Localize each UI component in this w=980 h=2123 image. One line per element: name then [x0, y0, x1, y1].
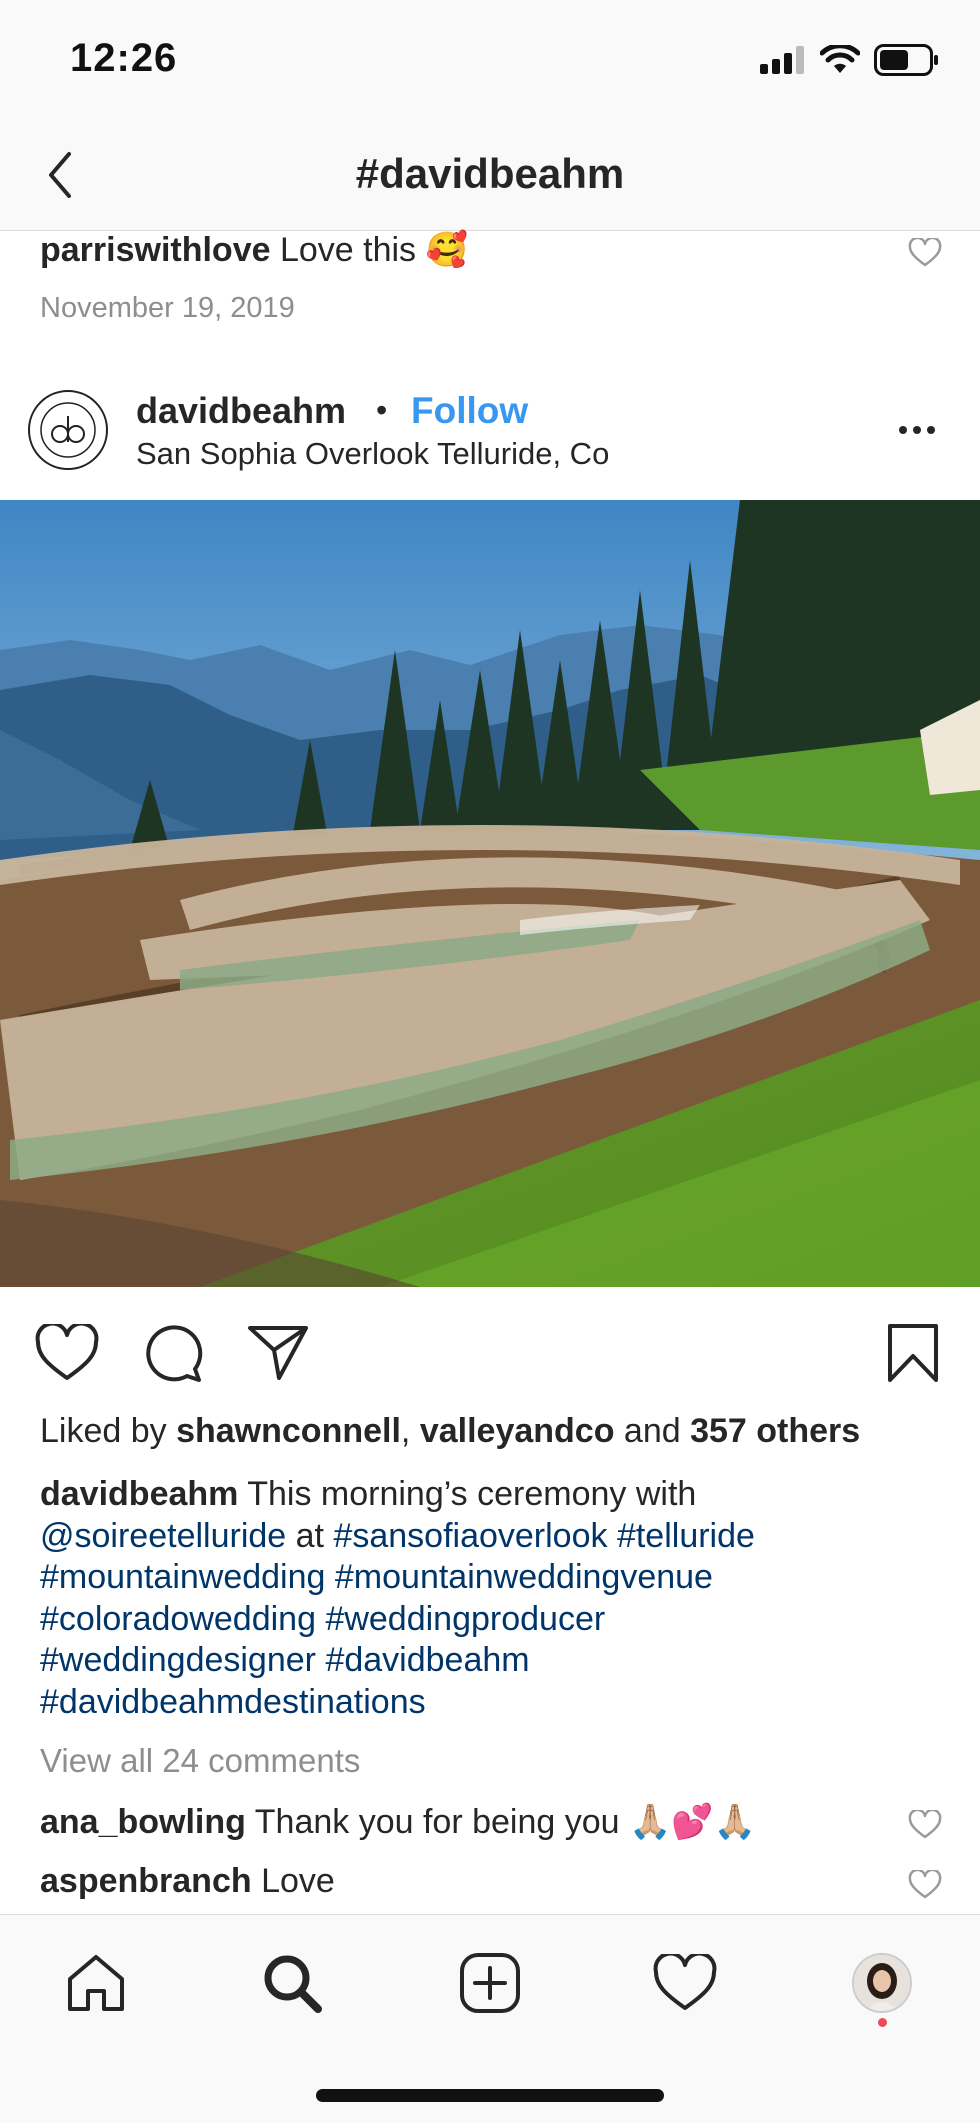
- caption-text: This morning’s ceremony with: [238, 1475, 697, 1513]
- comment-like-heart-icon[interactable]: [908, 1870, 942, 1900]
- liker-username[interactable]: valleyandco: [420, 1412, 615, 1450]
- hashtag[interactable]: #mountainweddingvenue: [335, 1558, 713, 1596]
- comment-row: parriswithlove Love this 🥰: [40, 230, 468, 270]
- tab-profile[interactable]: [842, 1943, 922, 2023]
- hashtag[interactable]: #telluride: [617, 1517, 755, 1555]
- comment-row: ana_bowling Thank you for being you 🙏🏼💕🙏…: [40, 1802, 756, 1842]
- ceremony-landscape-image: [0, 500, 980, 1287]
- hashtag[interactable]: #sansofiaoverlook: [333, 1517, 607, 1555]
- tab-activity[interactable]: [645, 1943, 725, 2023]
- view-all-comments-link[interactable]: View all 24 comments: [40, 1742, 360, 1780]
- paper-plane-icon: [248, 1326, 308, 1380]
- db-logo-icon: [40, 402, 96, 458]
- notification-dot: [878, 2018, 887, 2027]
- comment-row: aspenbranch Love: [40, 1862, 335, 1901]
- likes-mid: and: [614, 1412, 691, 1450]
- post-location[interactable]: San Sophia Overlook Telluride, Co: [136, 436, 609, 472]
- dot: [927, 426, 935, 434]
- comment-date: November 19, 2019: [40, 292, 295, 324]
- dot: [899, 426, 907, 434]
- hashtag[interactable]: #coloradowedding: [40, 1600, 316, 1638]
- tab-search[interactable]: [252, 1943, 332, 2023]
- follow-separator: •: [376, 392, 388, 428]
- comment-button[interactable]: [138, 1318, 208, 1388]
- comment-like-heart-icon[interactable]: [908, 238, 942, 268]
- status-icons: [760, 44, 940, 76]
- comment-text: Love this 🥰: [279, 231, 468, 269]
- search-icon: [264, 1955, 322, 2013]
- cellular-signal-icon: [760, 46, 804, 74]
- nav-header: #davidbeahm: [0, 120, 980, 231]
- likes-prefix: Liked by: [40, 1412, 177, 1450]
- bookmark-icon: [888, 1324, 938, 1382]
- hashtag[interactable]: #mountainwedding: [40, 1558, 325, 1596]
- dot: [913, 426, 921, 434]
- save-button[interactable]: [878, 1318, 948, 1388]
- likes-others[interactable]: 357 others: [690, 1412, 860, 1450]
- page-title: #davidbeahm: [355, 150, 625, 197]
- share-button[interactable]: [243, 1318, 313, 1388]
- comment-username[interactable]: aspenbranch: [40, 1862, 252, 1900]
- tab-new-post[interactable]: [450, 1943, 530, 2023]
- comment-icon: [146, 1325, 203, 1382]
- status-bar: 12:26: [0, 0, 980, 120]
- post-avatar[interactable]: [28, 390, 108, 470]
- home-indicator[interactable]: [316, 2089, 664, 2102]
- like-button[interactable]: [32, 1318, 102, 1388]
- more-options-button[interactable]: [890, 410, 944, 450]
- caption-username[interactable]: davidbeahm: [40, 1475, 238, 1513]
- post-caption: davidbeahm This morning’s ceremony with …: [40, 1474, 940, 1723]
- hashtag[interactable]: #davidbeahmdestinations: [40, 1683, 426, 1721]
- comment-username[interactable]: parriswithlove: [40, 231, 271, 269]
- hashtag[interactable]: #davidbeahm: [325, 1641, 529, 1679]
- profile-avatar: [852, 1953, 912, 2013]
- tab-home[interactable]: [56, 1943, 136, 2023]
- comment-text: Thank you for being you 🙏🏼💕🙏🏼: [254, 1803, 756, 1841]
- bottom-tab-bar: [0, 1914, 980, 2123]
- new-post-icon: [460, 1953, 520, 2013]
- hashtag[interactable]: #weddingproducer: [325, 1600, 605, 1638]
- comment-username[interactable]: ana_bowling: [40, 1803, 246, 1841]
- post-photo[interactable]: [0, 500, 980, 1287]
- follow-button[interactable]: Follow: [411, 390, 528, 432]
- caption-at: at: [286, 1516, 334, 1555]
- comment-like-heart-icon[interactable]: [908, 1810, 942, 1840]
- hashtag[interactable]: #weddingdesigner: [40, 1641, 316, 1679]
- status-time: 12:26: [70, 36, 178, 80]
- likes-summary[interactable]: Liked by shawnconnell, valleyandco and 3…: [40, 1412, 860, 1451]
- profile-photo: [854, 1955, 910, 2011]
- activity-heart-icon: [653, 1954, 717, 2010]
- likes-sep: ,: [400, 1412, 420, 1450]
- liker-username[interactable]: shawnconnell: [176, 1412, 401, 1450]
- heart-icon: [35, 1324, 99, 1380]
- caption-mention[interactable]: @soireetelluride: [40, 1517, 286, 1555]
- wifi-icon: [820, 45, 860, 73]
- post-username[interactable]: davidbeahm: [136, 390, 346, 432]
- home-icon: [68, 1955, 124, 2011]
- battery-icon: [874, 44, 938, 76]
- comment-text: Love: [261, 1862, 335, 1900]
